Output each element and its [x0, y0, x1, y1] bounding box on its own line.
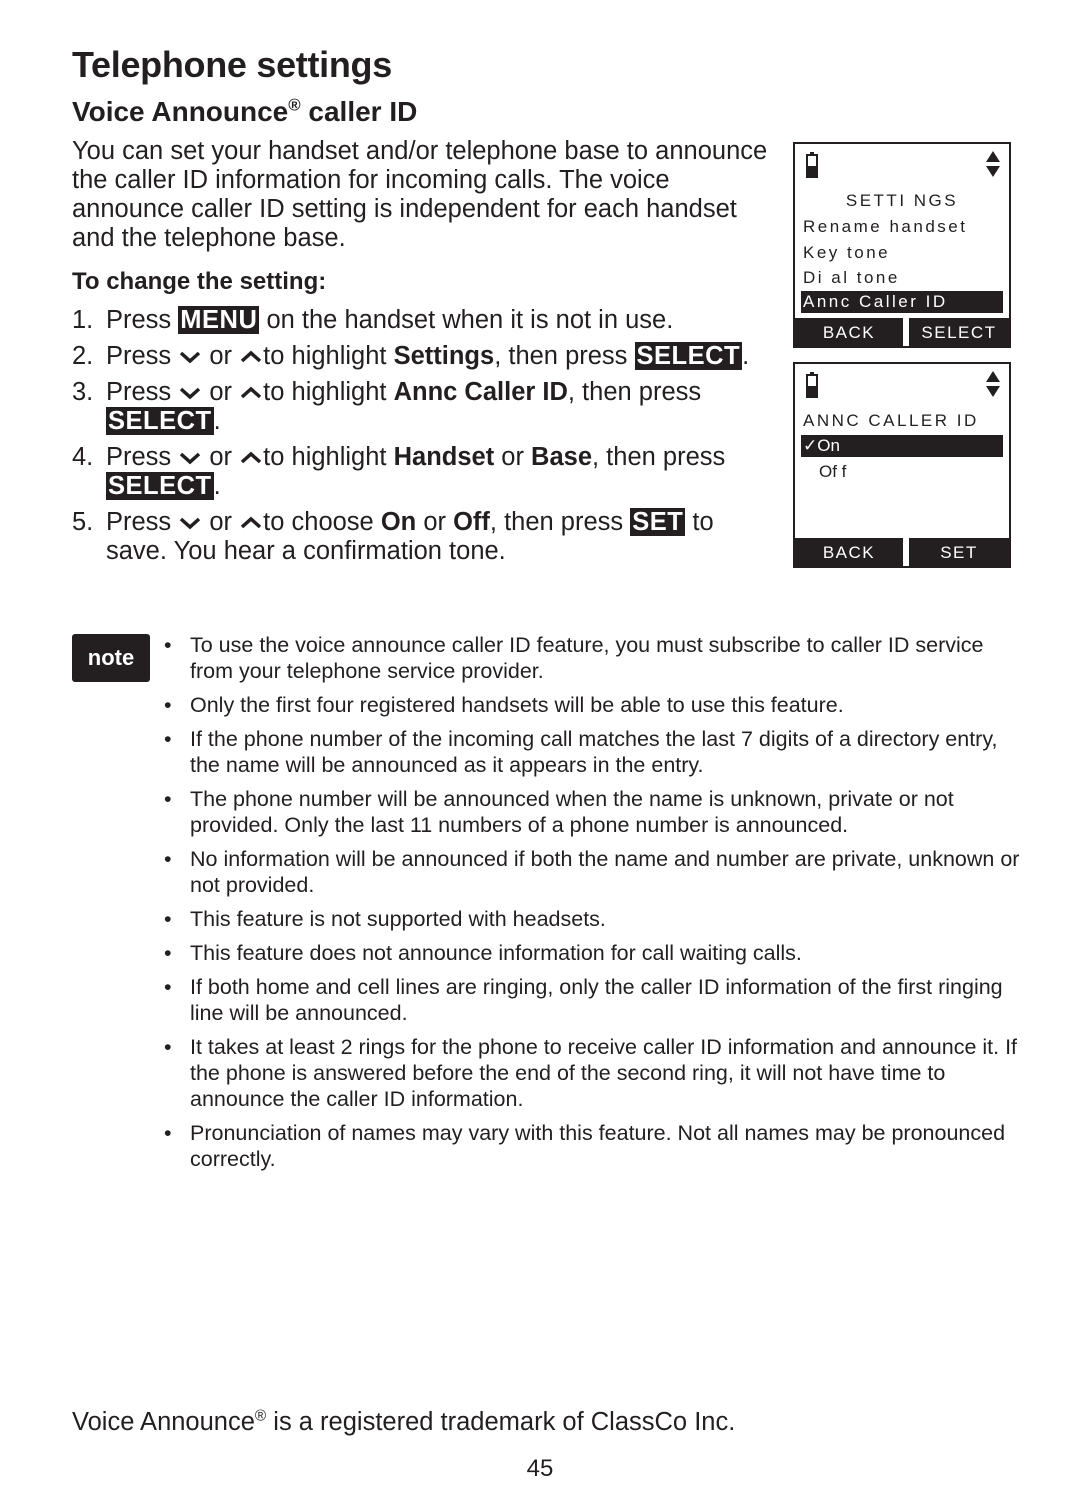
note-item: Pronunciation of names may vary with thi… [160, 1120, 1020, 1172]
trademark-footer: Voice Announce® is a registered trademar… [72, 1408, 735, 1437]
section-title-suffix: caller ID [300, 96, 418, 127]
step-text: , then press [567, 378, 702, 406]
note-item: This feature is not supported with heads… [160, 906, 1020, 932]
step-text: to highlight [263, 378, 394, 406]
scroll-arrows-icon [986, 151, 1000, 177]
handset-screen-annc-caller-id: ANNC CALLER ID ✓On Of f BACK SET [793, 362, 1011, 568]
note-item: Only the first four registered handsets … [160, 692, 1020, 718]
step-text: Press [106, 378, 179, 406]
scroll-arrows-icon [986, 371, 1000, 397]
step-5: 5. Press or to choose On or Off, then pr… [72, 508, 772, 566]
note-item: If the phone number of the incoming call… [160, 726, 1020, 778]
down-arrow-key-icon [180, 351, 201, 364]
menu-item-rename-handset[interactable]: Rename handset [803, 216, 1003, 238]
note-item: The phone number will be announced when … [160, 786, 1020, 838]
menu-item-annc-caller-id[interactable]: Annc Caller ID [801, 291, 1003, 313]
page-number: 45 [526, 1455, 554, 1482]
step-text: . [742, 342, 750, 370]
step-text: , then press [494, 342, 635, 370]
step-bold: Off [453, 508, 490, 536]
step-text: to choose [263, 508, 381, 536]
section-title: Voice Announce® caller ID [72, 96, 417, 128]
step-text: . [213, 472, 221, 500]
step-text: , then press [592, 443, 726, 471]
select-key: SELECT [106, 407, 214, 435]
battery-icon [806, 152, 818, 178]
note-badge: note [72, 634, 150, 682]
screen-title: SETTI NGS [845, 191, 959, 210]
softkey-select[interactable]: SELECT [909, 318, 1009, 346]
select-key: SELECT [106, 472, 214, 500]
step-number: 4. [72, 443, 94, 471]
step-bold: Annc Caller ID [393, 378, 568, 406]
step-text: Press [106, 306, 179, 334]
step-text: , then press [489, 508, 631, 536]
down-arrow-key-icon [180, 387, 201, 400]
option-off[interactable]: Of f [819, 461, 1003, 483]
step-text: to highlight [263, 342, 394, 370]
step-text: or [416, 508, 454, 536]
up-arrow-key-icon [240, 516, 262, 529]
step-text: or [494, 443, 532, 471]
up-arrow-key-icon [240, 451, 262, 464]
step-text: on the handset when it is not in use. [259, 306, 674, 334]
down-arrow-key-icon [180, 452, 201, 465]
option-on[interactable]: ✓On [801, 435, 1003, 457]
step-number: 3. [72, 378, 94, 406]
menu-key: MENU [178, 306, 260, 334]
step-number: 2. [72, 342, 94, 370]
step-number: 5. [72, 508, 94, 536]
registered-mark: ® [288, 95, 301, 115]
registered-mark: ® [254, 1407, 267, 1425]
note-item: This feature does not announce informati… [160, 940, 1020, 966]
step-text: Press [106, 508, 179, 536]
section-title-text: Voice Announce [72, 96, 289, 127]
footer-text: is a registered trademark of ClassCo Inc… [266, 1408, 736, 1436]
menu-item-key-tone[interactable]: Key tone [803, 242, 1003, 264]
softkey-back[interactable]: BACK [795, 318, 903, 346]
note-item: No information will be announced if both… [160, 846, 1020, 898]
note-item: To use the voice announce caller ID feat… [160, 632, 1020, 684]
page-title: Telephone settings [72, 44, 392, 85]
step-text: Press [106, 342, 179, 370]
step-text: or [209, 508, 233, 536]
step-2: 2. Press or to highlight Settings, then … [72, 342, 772, 371]
menu-item-dial-tone[interactable]: Di al tone [803, 267, 1003, 289]
footer-text: Voice Announce [72, 1408, 255, 1436]
step-bold: Settings [393, 342, 495, 370]
step-bold: On [380, 508, 417, 536]
step-text: or [209, 342, 233, 370]
softkey-back[interactable]: BACK [795, 538, 903, 566]
battery-icon [806, 372, 818, 398]
step-text: . [213, 407, 221, 435]
handset-screen-settings: SETTI NGS Rename handset Key tone Di al … [793, 142, 1011, 348]
note-item: If both home and cell lines are ringing,… [160, 974, 1020, 1026]
intro-paragraph: You can set your handset and/or telephon… [72, 137, 768, 252]
down-arrow-key-icon [180, 517, 201, 530]
steps-list: 1. Press MENU on the handset when it is … [72, 306, 772, 573]
step-number: 1. [72, 306, 94, 334]
softkey-set[interactable]: SET [909, 538, 1009, 566]
step-text: to highlight [263, 443, 394, 471]
note-item: It takes at least 2 rings for the phone … [160, 1034, 1020, 1112]
step-bold: Handset [393, 443, 495, 471]
select-key: SELECT [634, 342, 743, 370]
up-arrow-key-icon [240, 350, 262, 363]
step-3: 3. Press or to highlight Annc Caller ID,… [72, 378, 772, 436]
set-key: SET [630, 508, 686, 536]
up-arrow-key-icon [240, 386, 262, 399]
screen-title: ANNC CALLER ID [803, 411, 979, 430]
step-bold: Base [531, 443, 593, 471]
step-4: 4. Press or to highlight Handset or Base… [72, 443, 772, 501]
step-text: or [209, 378, 233, 406]
notes-list: To use the voice announce caller ID feat… [160, 632, 1020, 1180]
step-text: Press [106, 443, 179, 471]
subheading: To change the setting: [72, 268, 327, 295]
step-1: 1. Press MENU on the handset when it is … [72, 306, 772, 335]
step-text: or [209, 443, 233, 471]
